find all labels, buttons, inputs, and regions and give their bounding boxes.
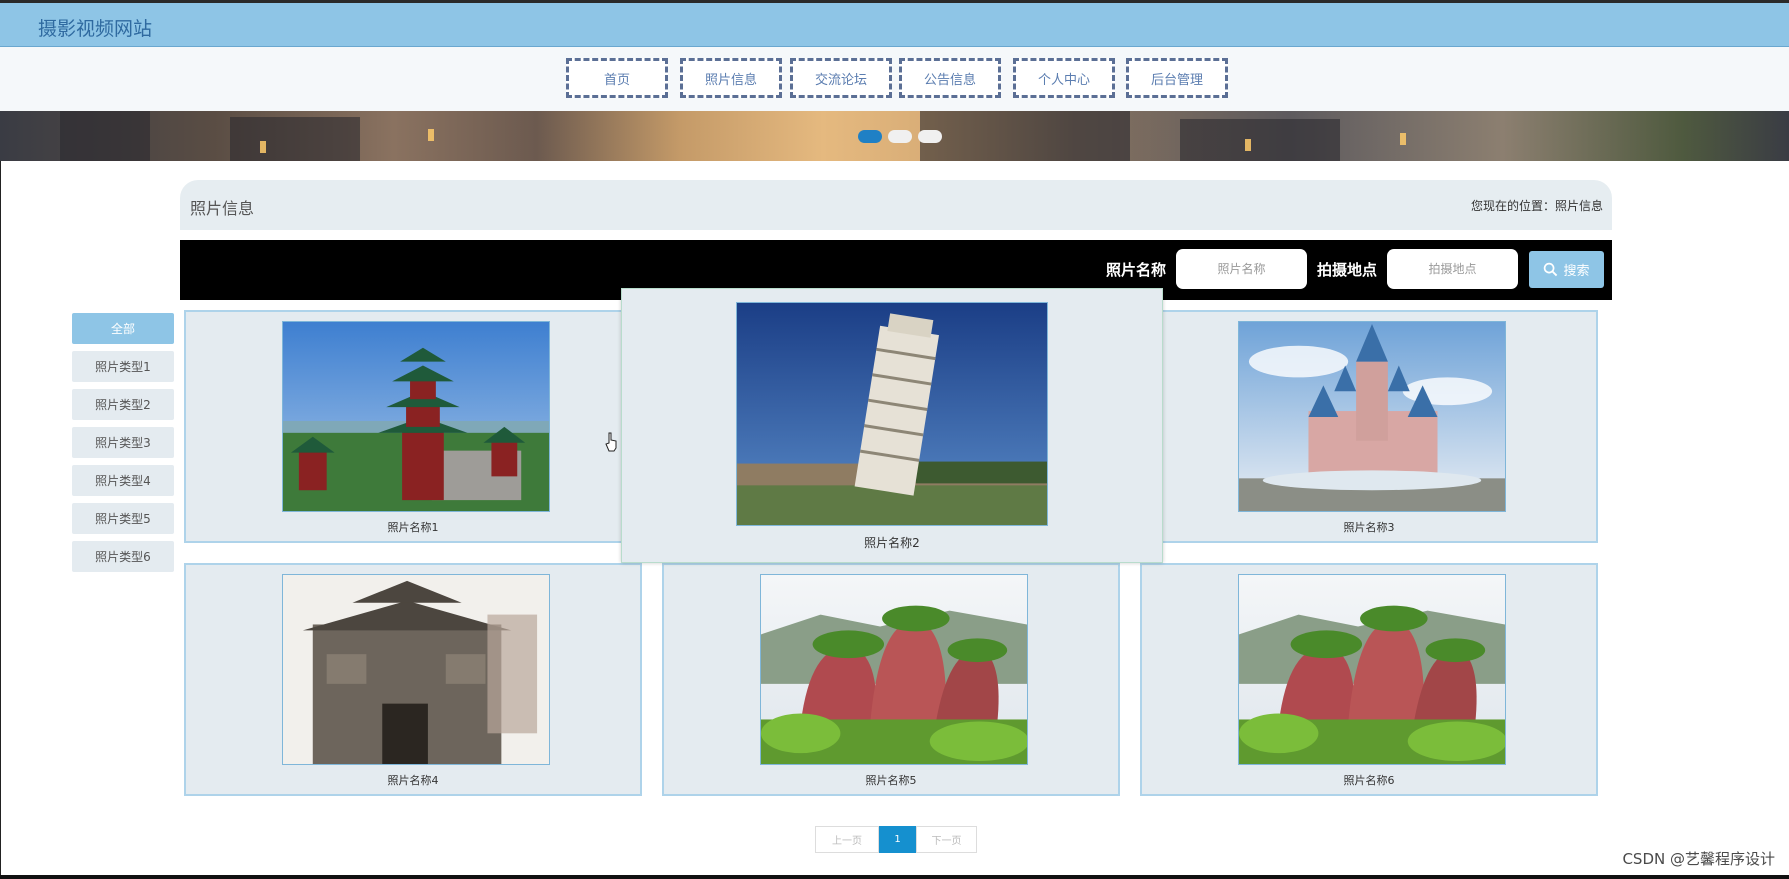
photo-thumbnail[interactable] (282, 321, 550, 512)
next-page-button[interactable]: 下一页 (916, 826, 977, 853)
shoot-location-input[interactable] (1387, 249, 1518, 289)
photo-card[interactable]: 照片名称5 (662, 563, 1120, 796)
banner-light (1245, 139, 1251, 151)
pagoda-image (283, 322, 549, 511)
category-type-6[interactable]: 照片类型6 (72, 541, 174, 572)
watermark: CSDN @艺馨程序设计 (1622, 850, 1775, 868)
category-type-3[interactable]: 照片类型3 (72, 427, 174, 458)
red-cliffs-image (761, 575, 1027, 764)
search-icon (1544, 262, 1558, 277)
page-number-button[interactable]: 1 (879, 826, 916, 853)
banner-building (60, 111, 150, 161)
nav-announcements[interactable]: 公告信息 (899, 58, 1001, 98)
top-header: 摄影视频网站 (0, 0, 1789, 47)
category-list: 全部 照片类型1 照片类型2 照片类型3 照片类型4 照片类型5 照片类型6 (72, 313, 174, 579)
photo-name-label: 照片名称 (1106, 261, 1167, 279)
site-title: 摄影视频网站 (38, 18, 153, 40)
banner-building (1180, 119, 1340, 161)
photo-thumbnail[interactable] (736, 302, 1048, 526)
photo-card[interactable]: 照片名称4 (184, 563, 642, 796)
window-edge (0, 875, 1789, 879)
shoot-location-label: 拍摄地点 (1317, 261, 1378, 279)
photo-card[interactable]: 照片名称2 (621, 288, 1163, 563)
leaning-tower-image (737, 303, 1047, 525)
nav-personal-center[interactable]: 个人中心 (1013, 58, 1115, 98)
photo-card[interactable]: 照片名称1 (184, 310, 642, 543)
photo-name: 照片名称4 (387, 774, 439, 787)
photo-name: 照片名称6 (1343, 774, 1395, 787)
photo-thumbnail[interactable] (1238, 321, 1506, 512)
breadcrumb: 照片信息 您现在的位置：照片信息 (180, 180, 1612, 230)
nav-admin[interactable]: 后台管理 (1126, 58, 1228, 98)
photo-name: 照片名称3 (1343, 521, 1395, 534)
nav-forum[interactable]: 交流论坛 (790, 58, 892, 98)
carousel-dot[interactable] (888, 130, 912, 143)
banner-light (260, 141, 266, 153)
search-button-label: 搜索 (1563, 264, 1590, 279)
photo-name: 照片名称1 (387, 521, 439, 534)
pagination: 上一页 1 下一页 (815, 826, 977, 853)
search-button[interactable]: 搜索 (1529, 251, 1604, 288)
page-title: 照片信息 (190, 199, 255, 218)
photo-name-input[interactable] (1176, 249, 1307, 289)
nav-home[interactable]: 首页 (566, 58, 668, 98)
category-type-2[interactable]: 照片类型2 (72, 389, 174, 420)
carousel-dot[interactable] (858, 130, 882, 143)
nav-photo-info[interactable]: 照片信息 (680, 58, 782, 98)
photo-thumbnail[interactable] (760, 574, 1028, 765)
category-type-5[interactable]: 照片类型5 (72, 503, 174, 534)
photo-card[interactable]: 照片名称3 (1140, 310, 1598, 543)
photo-name: 照片名称5 (865, 774, 917, 787)
main-nav: 首页 照片信息 交流论坛 公告信息 个人中心 后台管理 (0, 47, 1789, 111)
category-type-1[interactable]: 照片类型1 (72, 351, 174, 382)
banner-building (230, 117, 360, 161)
castle-image (1239, 322, 1505, 511)
banner-light (428, 129, 434, 141)
category-type-4[interactable]: 照片类型4 (72, 465, 174, 496)
banner-building (920, 111, 1130, 161)
photo-thumbnail[interactable] (1238, 574, 1506, 765)
photo-thumbnail[interactable] (282, 574, 550, 765)
carousel-dots (858, 130, 942, 143)
hand-cursor-icon (605, 432, 617, 452)
breadcrumb-location: 您现在的位置：照片信息 (1470, 199, 1603, 213)
ancient-gate-image (283, 575, 549, 764)
photo-name: 照片名称2 (864, 536, 920, 550)
prev-page-button[interactable]: 上一页 (815, 826, 879, 853)
banner-light (1400, 133, 1406, 145)
category-all[interactable]: 全部 (72, 313, 174, 344)
photo-card[interactable]: 照片名称6 (1140, 563, 1598, 796)
carousel-dot[interactable] (918, 130, 942, 143)
red-cliffs-image (1239, 575, 1505, 764)
